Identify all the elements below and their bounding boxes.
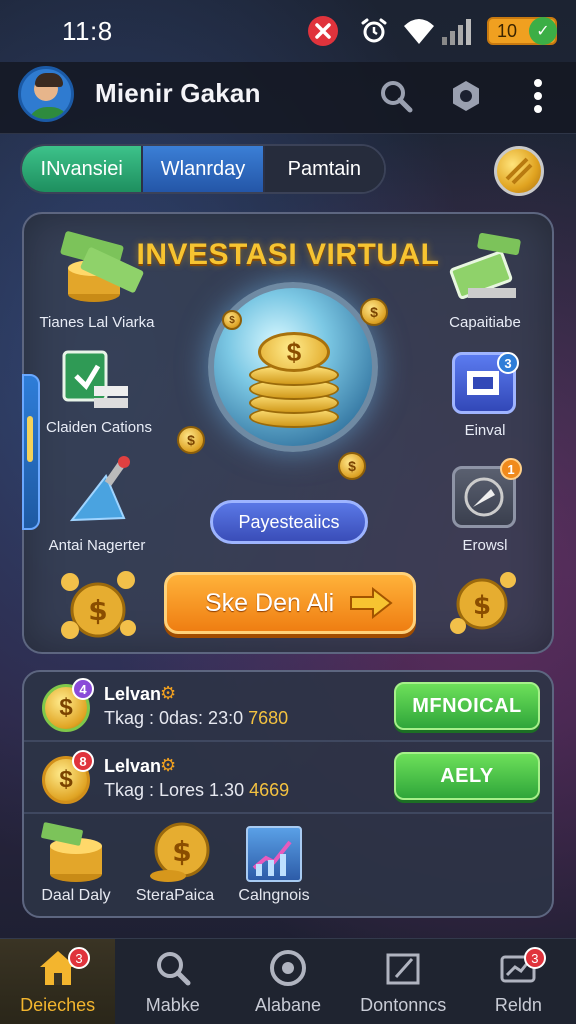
gear-icon: ⚙ [160, 755, 177, 775]
arrow-right-icon [350, 587, 393, 619]
coin-pile-icon: $ [448, 570, 520, 636]
feature-bottom-left-label: Antai Nagerter [48, 537, 146, 554]
nav-item-edit[interactable]: Dontonncs [346, 939, 461, 1024]
coin-icon: $ [222, 310, 242, 330]
search-icon[interactable] [376, 76, 416, 116]
status-time: 11:8 [62, 16, 113, 46]
svg-text:$: $ [88, 594, 107, 627]
feature-bottom-left[interactable]: Antai Nagerter [22, 537, 172, 554]
status-bar: 11:8 10 ✓ [0, 0, 576, 62]
feature-top-right-label: Capaitiabe [449, 314, 521, 331]
cta-label: Ske Den Ali [205, 588, 335, 617]
tab-pamtain[interactable]: Pamtain [264, 146, 384, 192]
battery-level: 10 [497, 20, 518, 41]
feature-bottom-right[interactable]: Erowsl [410, 537, 560, 554]
tab-wlanrday[interactable]: Wlanrday [143, 146, 265, 192]
row-badge: 8 [72, 750, 94, 772]
cash-register-icon[interactable] [58, 348, 134, 414]
edit-icon [382, 947, 424, 989]
bottom-nav: 3 Deieches Mabke Alabane Dontonncs 3 Rel… [0, 938, 576, 1024]
money-stack-icon[interactable] [52, 228, 152, 308]
avatar[interactable] [18, 66, 74, 122]
row-subtitle-text: Tkag : Lores 1.30 [104, 780, 250, 800]
coin-icon: $ [338, 452, 366, 480]
row-value: 4669 [249, 780, 290, 800]
tab-bar: INvansiei Wlanrday Pamtain [20, 144, 386, 194]
search-icon [152, 947, 194, 989]
feature-bottom-right-badge: 1 [500, 458, 522, 480]
app-header [0, 62, 576, 134]
tab-investasi[interactable]: INvansiei [22, 146, 144, 192]
nav-item-search[interactable]: Mabke [115, 939, 230, 1024]
row-action-button[interactable]: AELY [394, 752, 540, 800]
settings-icon[interactable] [446, 76, 486, 116]
side-drawer-handle[interactable] [22, 374, 40, 530]
nav-item-target[interactable]: Alabane [230, 939, 345, 1024]
nav-label: Reldn [494, 995, 542, 1015]
nav-item-home[interactable]: 3 Deieches [0, 939, 116, 1024]
coin-icon: $ [360, 298, 388, 326]
coin-icon[interactable]: $ [148, 820, 212, 884]
signal-icon [440, 14, 474, 48]
row-subtitle: Tkag : 0das: 23:0 7680 [104, 708, 288, 729]
target-icon [267, 947, 309, 989]
feature-mid-left-label: Claiden Cations [46, 419, 152, 436]
row-value: 7680 [248, 708, 289, 728]
coin-icon: $ [177, 426, 205, 454]
nav-badge: 3 [523, 947, 546, 969]
coin-pile-icon: $ [58, 568, 138, 640]
feature-mid-left[interactable]: Claiden Cations [24, 419, 174, 436]
gear-icon: ⚙ [160, 683, 177, 703]
wifi-icon [402, 14, 436, 48]
feature-top-left[interactable]: Tianes Lal Viarka [22, 314, 172, 331]
username: Mienir Gakan [95, 78, 261, 108]
alarm-icon [357, 14, 391, 48]
nav-badge: 3 [68, 947, 90, 969]
feature-top-left-label: Tianes Lal Viarka [39, 314, 155, 331]
nav-label: Dontonncs [360, 995, 447, 1015]
close-icon[interactable] [306, 14, 340, 48]
row-name: Lelvan [104, 756, 162, 776]
nav-label: Alabane [254, 995, 322, 1015]
cta-button[interactable]: Ske Den Ali [164, 572, 416, 634]
battery-indicator: 10 ✓ [487, 17, 557, 45]
money-stack-icon[interactable] [40, 820, 110, 884]
feature-mid-right-badge: 3 [497, 352, 519, 374]
charging-icon: ✓ [529, 17, 557, 45]
feature-top-right[interactable]: Capaitiabe [410, 314, 560, 331]
row-subtitle-text: Tkag : 0das: 23:0 [104, 708, 249, 728]
nav-label: Deieches [20, 995, 96, 1015]
cash-bundle-icon[interactable] [446, 232, 526, 310]
svg-text:$: $ [473, 591, 491, 621]
svg-text:$: $ [172, 835, 191, 868]
row-name: Lelvan [104, 684, 162, 704]
more-menu-icon[interactable] [518, 76, 558, 116]
row-badge: 4 [72, 678, 94, 700]
nav-item-reports[interactable]: 3 Reldn [461, 939, 576, 1024]
coin-globe-icon: $ [208, 282, 378, 452]
stats-pill-button[interactable]: Payesteaiics [210, 500, 368, 544]
trowel-icon[interactable] [62, 452, 142, 528]
feature-mid-right-text: Einval [464, 422, 506, 439]
shortcut-label[interactable]: Calngnois [214, 887, 334, 905]
growth-chart-icon[interactable] [246, 826, 302, 882]
row-action-button[interactable]: MFNOICAL [394, 682, 540, 730]
row-subtitle: Tkag : Lores 1.30 4669 [104, 780, 289, 801]
coin-shop-icon[interactable] [494, 146, 544, 196]
nav-label: Mabke [145, 995, 200, 1015]
